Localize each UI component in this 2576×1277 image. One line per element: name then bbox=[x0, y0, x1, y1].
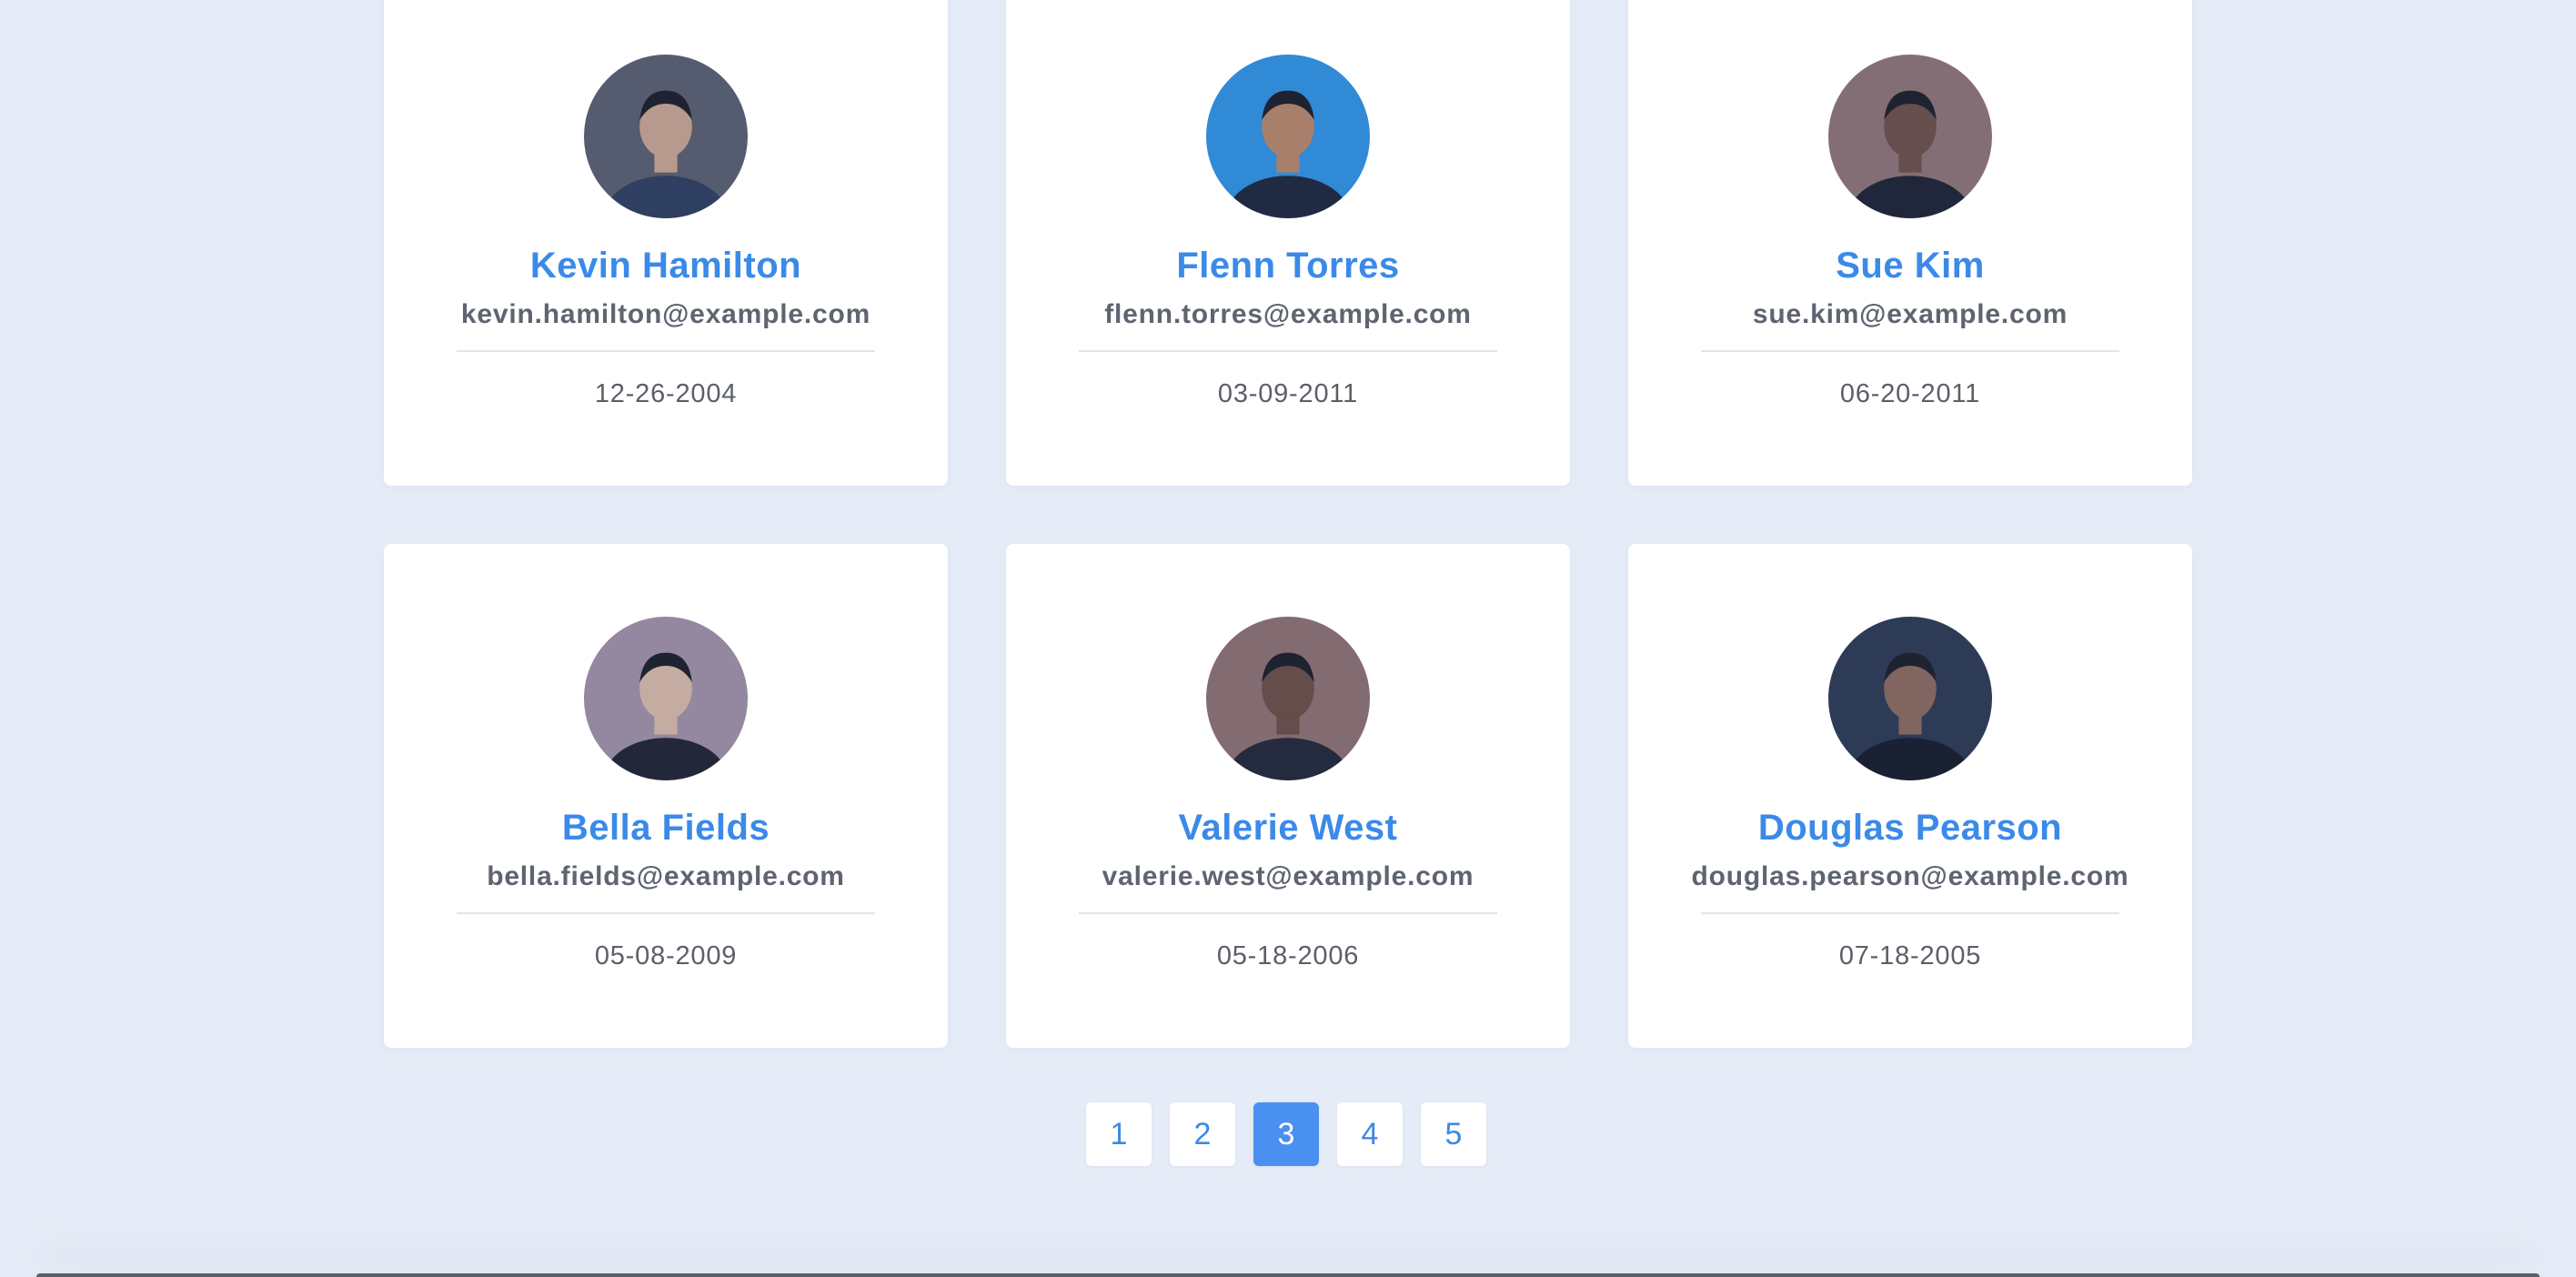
user-avatar bbox=[584, 617, 748, 780]
user-name[interactable]: Valerie West bbox=[1179, 808, 1398, 849]
user-name[interactable]: Bella Fields bbox=[562, 808, 770, 849]
avatar-portrait bbox=[1828, 617, 1992, 780]
user-card: Valerie West valerie.west@example.com 05… bbox=[1006, 544, 1570, 1048]
page-button-3-current[interactable]: 3 bbox=[1253, 1102, 1319, 1166]
avatar-portrait bbox=[1828, 55, 1992, 218]
avatar-portrait bbox=[584, 617, 748, 780]
user-name[interactable]: Douglas Pearson bbox=[1758, 808, 2062, 849]
window-bottom-edge bbox=[36, 1273, 2540, 1277]
card-divider bbox=[1079, 350, 1497, 352]
user-date: 05-08-2009 bbox=[594, 941, 738, 970]
user-email: flenn.torres@example.com bbox=[1104, 299, 1472, 329]
page-button-2[interactable]: 2 bbox=[1170, 1102, 1235, 1166]
page-button-4[interactable]: 4 bbox=[1337, 1102, 1403, 1166]
user-name[interactable]: Sue Kim bbox=[1836, 246, 1985, 287]
page-button-1[interactable]: 1 bbox=[1086, 1102, 1152, 1166]
user-card: Douglas Pearson douglas.pearson@example.… bbox=[1628, 544, 2192, 1048]
user-email: sue.kim@example.com bbox=[1752, 299, 2068, 329]
user-name[interactable]: Kevin Hamilton bbox=[530, 246, 801, 287]
page-button-5[interactable]: 5 bbox=[1421, 1102, 1486, 1166]
user-card: Sue Kim sue.kim@example.com 06-20-2011 bbox=[1628, 0, 2192, 486]
user-avatar bbox=[1828, 617, 1992, 780]
avatar-portrait bbox=[584, 55, 748, 218]
user-email: valerie.west@example.com bbox=[1102, 861, 1474, 891]
user-date: 12-26-2004 bbox=[594, 379, 738, 408]
card-divider bbox=[1701, 912, 2119, 914]
user-avatar bbox=[1206, 55, 1370, 218]
user-date: 06-20-2011 bbox=[1839, 379, 1981, 408]
user-date: 07-18-2005 bbox=[1838, 941, 1982, 970]
user-avatar bbox=[584, 55, 748, 218]
user-card: Flenn Torres flenn.torres@example.com 03… bbox=[1006, 0, 1570, 486]
user-email: kevin.hamilton@example.com bbox=[460, 299, 871, 329]
user-avatar bbox=[1828, 55, 1992, 218]
user-date: 03-09-2011 bbox=[1217, 379, 1359, 408]
avatar-portrait bbox=[1206, 55, 1370, 218]
user-email: bella.fields@example.com bbox=[487, 861, 845, 891]
user-name[interactable]: Flenn Torres bbox=[1176, 246, 1399, 287]
pagination: 1 2 3 4 5 bbox=[1086, 1102, 1486, 1166]
card-divider bbox=[457, 350, 875, 352]
user-card-grid: Kevin Hamilton kevin.hamilton@example.co… bbox=[384, 0, 2192, 1048]
user-email: douglas.pearson@example.com bbox=[1691, 861, 2129, 891]
user-card: Kevin Hamilton kevin.hamilton@example.co… bbox=[384, 0, 948, 486]
user-date: 05-18-2006 bbox=[1216, 941, 1360, 970]
card-divider bbox=[1701, 350, 2119, 352]
card-divider bbox=[1079, 912, 1497, 914]
avatar-portrait bbox=[1206, 617, 1370, 780]
user-avatar bbox=[1206, 617, 1370, 780]
user-card: Bella Fields bella.fields@example.com 05… bbox=[384, 544, 948, 1048]
card-divider bbox=[457, 912, 875, 914]
